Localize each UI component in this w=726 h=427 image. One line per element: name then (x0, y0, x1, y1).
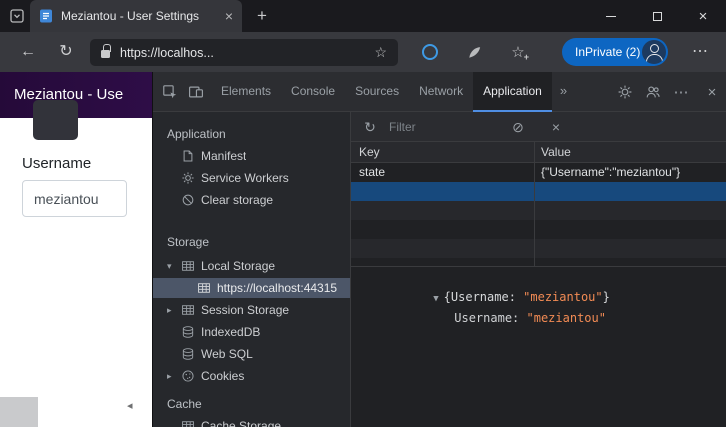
column-header-value: Value (541, 142, 571, 162)
caret-down-icon[interactable]: ▾ (167, 261, 181, 272)
sidebar-section-storage: Storage (167, 232, 209, 252)
table-stripe (351, 239, 726, 258)
property-colon: : (512, 311, 526, 325)
username-input[interactable] (22, 180, 127, 217)
sidebar-section-cache: Cache (167, 394, 202, 414)
profile-avatar[interactable] (642, 40, 666, 64)
page-content: Meziantou - Use Username ◂ (0, 72, 152, 427)
value-preview-pane: ▼{Username: "meziantou"} Username: "mezi… (351, 266, 726, 427)
sidebar-item-localhost-origin[interactable]: https://localhost:44315 (153, 278, 351, 298)
refresh-items-icon[interactable]: ↻ (359, 116, 381, 138)
maximize-icon (653, 12, 662, 21)
sidebar-item-web-sql[interactable]: Web SQL (153, 344, 351, 364)
preview-property-line: Username: "meziantou" (382, 297, 606, 339)
inprivate-badge[interactable]: InPrivate (2) (562, 38, 668, 66)
minimize-button[interactable] (588, 0, 634, 32)
inspect-element-icon[interactable] (159, 81, 181, 103)
gear-icon (181, 171, 201, 185)
storage-toolbar: ↻ ⊘ × (351, 112, 726, 142)
table-row-state[interactable]: state {"Username":"meziantou"} (351, 163, 726, 182)
application-sidebar: Application Manifest Service Workers (153, 112, 351, 427)
caret-right-icon[interactable]: ▸ (167, 371, 181, 382)
refresh-icon[interactable]: ↻ (52, 32, 80, 72)
table-icon (197, 281, 217, 295)
tab-favicon (39, 9, 53, 23)
sidebar-item-cookies[interactable]: ▸ Cookies (153, 366, 351, 386)
device-toolbar-icon[interactable] (185, 81, 207, 103)
devtools-menu-icon[interactable]: ⋯ (670, 81, 692, 103)
sidebar-item-session-storage[interactable]: ▸ Session Storage (153, 300, 351, 320)
column-header-key: Key (359, 142, 380, 162)
menu-toggle-button[interactable] (33, 100, 78, 140)
cookie-icon (181, 369, 201, 383)
sidebar-item-indexeddb[interactable]: IndexedDB (153, 322, 351, 342)
sidebar-item-service-workers[interactable]: Service Workers (153, 168, 351, 188)
window-close-button[interactable]: × (680, 0, 726, 32)
property-name: Username (454, 311, 512, 325)
devtools-tabbar: Elements Console Sources Network Applica… (153, 72, 726, 112)
tab-elements[interactable]: Elements (211, 72, 281, 112)
minimize-icon (606, 16, 616, 17)
tab-network[interactable]: Network (409, 72, 473, 112)
sidebar-item-cache-storage[interactable]: Cache Storage (153, 416, 351, 427)
maximize-button[interactable] (634, 0, 680, 32)
star-glyph: ☆ (511, 43, 524, 61)
browser-tab[interactable]: Meziantou - User Settings × (30, 0, 242, 32)
devtools-panel: Elements Console Sources Network Applica… (152, 72, 726, 427)
table-row-selected-empty[interactable] (351, 182, 726, 201)
address-bar[interactable]: https://localhos... ☆ (90, 39, 398, 66)
clear-icon (181, 193, 201, 207)
tab-application[interactable]: Application (473, 72, 552, 112)
document-icon (181, 149, 201, 163)
sidebar-item-manifest[interactable]: Manifest (153, 146, 351, 166)
favorite-star-icon[interactable]: ☆ (374, 44, 387, 61)
sidebar-section-application: Application (167, 124, 226, 144)
devtools-close-icon[interactable]: × (701, 81, 723, 103)
back-icon[interactable]: ← (14, 32, 42, 72)
table-header: Key Value (351, 142, 726, 163)
sidebar-item-local-storage[interactable]: ▾ Local Storage (153, 256, 351, 276)
tab-console[interactable]: Console (281, 72, 345, 112)
extension-icon-1[interactable] (418, 40, 442, 64)
url-text: https://localhos... (120, 46, 368, 60)
inprivate-label: InPrivate (2) (575, 45, 640, 59)
database-icon (181, 325, 201, 339)
favorites-icon[interactable]: ☆+ (506, 40, 530, 64)
table-icon (181, 419, 201, 427)
tab-title: Meziantou - User Settings (61, 9, 219, 23)
browser-toolbar: ← ↻ https://localhos... ☆ ☆+ InPrivate (… (0, 32, 726, 72)
cell-key: state (359, 163, 385, 182)
caret-right-icon[interactable]: ▸ (167, 305, 181, 316)
settings-gear-icon[interactable] (614, 81, 636, 103)
username-label: Username (22, 155, 91, 172)
tab-sources[interactable]: Sources (345, 72, 409, 112)
column-resize-handle[interactable] (534, 142, 535, 266)
tab-close-icon[interactable]: × (225, 9, 233, 23)
titlebar: Meziantou - User Settings × + × (0, 0, 726, 32)
table-icon (181, 259, 201, 273)
plus-glyph: + (524, 52, 529, 62)
new-tab-button[interactable]: + (251, 5, 273, 27)
browser-window: Meziantou - User Settings × + × ← ↻ http… (0, 0, 726, 427)
tab-actions-icon[interactable] (9, 8, 25, 24)
more-tabs-icon[interactable]: » (552, 72, 575, 112)
table-icon (181, 303, 201, 317)
database-icon (181, 347, 201, 361)
scrollbar-arrow-icon[interactable]: ◂ (127, 399, 133, 412)
horizontal-scrollbar-thumb[interactable] (0, 397, 38, 427)
devtools-tabs: Elements Console Sources Network Applica… (211, 72, 575, 112)
sidebar-item-clear-storage[interactable]: Clear storage (153, 190, 351, 210)
browser-menu-icon[interactable]: ⋯ (686, 32, 714, 72)
property-value: "meziantou" (527, 311, 606, 325)
people-icon[interactable] (642, 81, 664, 103)
storage-panel: ↻ ⊘ × Key Value state {"Username":"mezia… (351, 112, 726, 427)
table-stripe (351, 201, 726, 220)
extension-icon-2[interactable] (462, 40, 486, 64)
delete-selected-icon[interactable]: × (545, 116, 567, 138)
filter-input[interactable] (389, 116, 501, 138)
clear-all-icon[interactable]: ⊘ (507, 116, 529, 138)
lock-icon (101, 47, 110, 59)
cell-value: {"Username":"meziantou"} (541, 163, 680, 182)
